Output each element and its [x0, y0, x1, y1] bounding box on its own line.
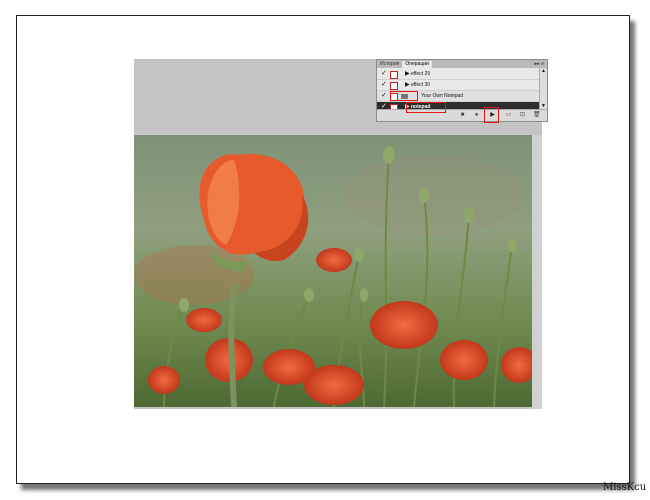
tab-history[interactable]: История	[377, 61, 402, 68]
action-label: effect 29	[411, 71, 431, 77]
dialog-toggle-icon[interactable]	[390, 82, 398, 90]
expand-triangle-icon[interactable]: ▶	[405, 70, 410, 78]
highlight-action-box	[406, 102, 446, 113]
panel-scrollbar[interactable]: ▲ ▼	[539, 68, 547, 110]
highlight-set-box	[390, 91, 418, 101]
new-set-icon[interactable]: ▭	[505, 112, 512, 119]
panel-menu-icon[interactable]: ▸▸ ≡	[535, 60, 544, 68]
panel-toolbar: ■ ● ▶ ▭ ⊡ 🗑	[377, 109, 547, 121]
tab-actions[interactable]: Операции	[402, 61, 432, 68]
action-set-label: Your Own Notepad	[421, 93, 464, 99]
canvas-scrollbar[interactable]	[532, 135, 542, 409]
action-label: effect 30	[411, 82, 431, 88]
image-frame: История Операции ▸▸ ≡ ✓ ▶ effect 29 ✓ ▶ …	[16, 15, 646, 493]
new-action-icon[interactable]: ⊡	[519, 112, 526, 119]
photoshop-canvas: История Операции ▸▸ ≡ ✓ ▶ effect 29 ✓ ▶ …	[134, 59, 548, 409]
check-icon[interactable]: ✓	[381, 92, 387, 100]
panel-tab-bar: История Операции ▸▸ ≡	[377, 60, 547, 68]
expand-triangle-icon[interactable]: ▶	[405, 81, 410, 89]
check-icon[interactable]: ✓	[381, 70, 387, 78]
check-icon[interactable]: ✓	[381, 81, 387, 89]
record-icon[interactable]: ●	[473, 112, 480, 119]
delete-icon[interactable]: 🗑	[533, 112, 541, 119]
action-row[interactable]: ✓ ▶ effect 30	[377, 80, 539, 91]
scroll-up-icon[interactable]: ▲	[541, 69, 546, 74]
highlight-play-box	[484, 107, 499, 123]
actions-panel: История Операции ▸▸ ≡ ✓ ▶ effect 29 ✓ ▶ …	[376, 59, 548, 123]
stop-icon[interactable]: ■	[459, 112, 466, 119]
author-signature: MissKcu	[603, 482, 647, 493]
action-row[interactable]: ✓ ▶ effect 29	[377, 69, 539, 80]
dialog-toggle-icon[interactable]	[390, 71, 398, 79]
poppy-photo	[134, 135, 532, 407]
